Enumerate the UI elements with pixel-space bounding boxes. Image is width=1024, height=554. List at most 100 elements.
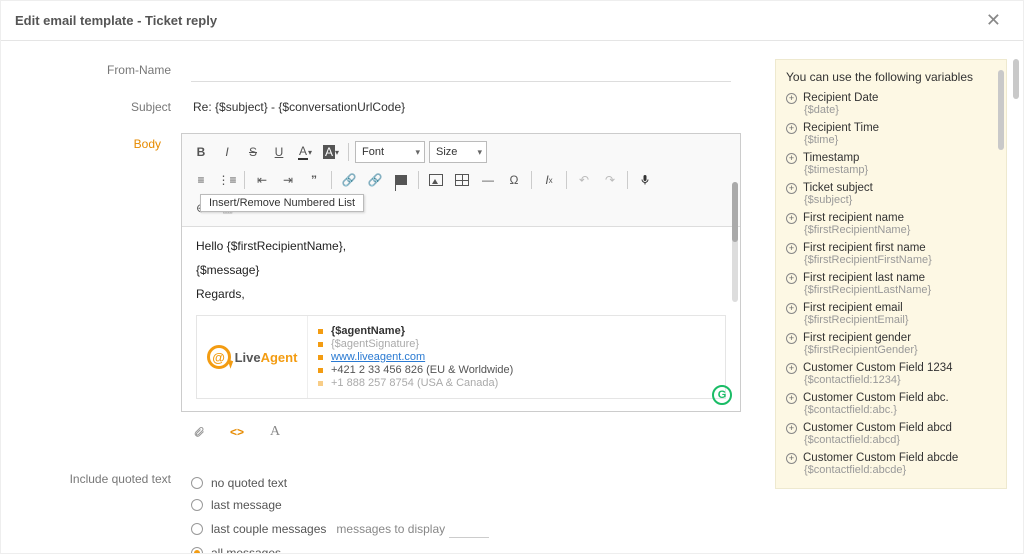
image-icon bbox=[429, 174, 443, 186]
variable-label: Customer Custom Field abcd bbox=[803, 422, 952, 434]
radio-no-quoted[interactable] bbox=[191, 477, 203, 489]
sig-phone: +421 2 33 456 826 (EU & Worldwide) bbox=[331, 364, 513, 376]
undo-button[interactable]: ↶ bbox=[572, 169, 596, 191]
variable-label: Timestamp bbox=[803, 152, 859, 164]
include-quoted-label: Include quoted text bbox=[1, 468, 191, 553]
variable-label: Recipient Date bbox=[803, 92, 878, 104]
variable-item[interactable]: +First recipient email{$firstRecipientEm… bbox=[786, 302, 996, 326]
variable-item[interactable]: +Recipient Date{$date} bbox=[786, 92, 996, 116]
variable-item[interactable]: + Customer Custom Field abcde{$contactfie… bbox=[786, 452, 996, 476]
messages-count-input[interactable] bbox=[449, 520, 489, 538]
variables-title: You can use the following variables bbox=[786, 70, 996, 84]
plus-icon: + bbox=[786, 393, 797, 404]
image-button[interactable] bbox=[424, 169, 448, 191]
close-icon[interactable]: ✕ bbox=[978, 6, 1009, 35]
plus-icon: + bbox=[786, 213, 797, 224]
variable-token: {$contactfield:1234} bbox=[804, 374, 996, 386]
font-select[interactable]: Font bbox=[355, 141, 425, 163]
subject-input[interactable]: Re: {$subject} - {$conversationUrlCode} bbox=[191, 96, 731, 119]
hr-button[interactable]: ― bbox=[476, 169, 500, 191]
table-icon bbox=[455, 174, 469, 186]
sig-url[interactable]: www.liveagent.com bbox=[331, 351, 425, 363]
variable-item[interactable]: +Customer Custom Field abc.{$contactfiel… bbox=[786, 392, 996, 416]
variable-item[interactable]: + Ticket subject{$subject} bbox=[786, 182, 996, 206]
editor-scrollbar-thumb[interactable] bbox=[732, 182, 738, 242]
variable-token: {$time} bbox=[804, 134, 996, 146]
rich-text-editor: B I S U A▾ A▾ Font Size ≡ bbox=[181, 133, 741, 412]
table-button[interactable] bbox=[450, 169, 474, 191]
outdent-button[interactable]: ⇤ bbox=[250, 169, 274, 191]
plus-icon: + bbox=[786, 423, 797, 434]
editor-toolbar: B I S U A▾ A▾ Font Size ≡ bbox=[182, 134, 740, 227]
anchor-button[interactable] bbox=[389, 169, 413, 191]
editor-textarea[interactable]: Hello {$firstRecipientName}, {$message} … bbox=[182, 227, 740, 411]
html-source-button[interactable]: <> bbox=[227, 422, 247, 442]
variable-token: {$contactfield:abcd} bbox=[804, 434, 996, 446]
indent-button[interactable]: ⇥ bbox=[276, 169, 300, 191]
bullet-list-button[interactable]: ⋮≡ bbox=[215, 169, 239, 191]
body-line: Hello {$firstRecipientName}, bbox=[196, 239, 726, 253]
variable-item[interactable]: +Customer Custom Field 1234{$contactfiel… bbox=[786, 362, 996, 386]
redo-button[interactable]: ↷ bbox=[598, 169, 622, 191]
italic-button[interactable]: I bbox=[215, 141, 239, 163]
mic-button[interactable] bbox=[633, 169, 657, 191]
variable-label: Customer Custom Field abcde bbox=[803, 452, 958, 464]
unlink-button[interactable]: 🔗 bbox=[363, 169, 387, 191]
body-line: Regards, bbox=[196, 287, 726, 301]
variable-token: {$subject} bbox=[804, 194, 996, 206]
link-button[interactable]: 🔗 bbox=[337, 169, 361, 191]
plus-icon: + bbox=[786, 243, 797, 254]
variable-item[interactable]: +First recipient first name{$firstRecipi… bbox=[786, 242, 996, 266]
variable-item[interactable]: + Recipient Time{$time} bbox=[786, 122, 996, 146]
bold-button[interactable]: B bbox=[189, 141, 213, 163]
variable-item[interactable]: +Timestamp{$timestamp} bbox=[786, 152, 996, 176]
size-select[interactable]: Size bbox=[429, 141, 487, 163]
messages-to-display-label: messages to display bbox=[336, 522, 445, 536]
special-char-button[interactable]: Ω bbox=[502, 169, 526, 191]
bg-color-button[interactable]: A▾ bbox=[319, 141, 343, 163]
variable-label: First recipient gender bbox=[803, 332, 911, 344]
vars-scrollbar-thumb[interactable] bbox=[998, 70, 1004, 150]
radio-label: no quoted text bbox=[211, 476, 287, 490]
body-label: Body bbox=[1, 133, 181, 442]
variable-label: First recipient first name bbox=[803, 242, 926, 254]
variable-token: {$timestamp} bbox=[804, 164, 996, 176]
radio-last-couple[interactable] bbox=[191, 523, 203, 535]
strike-button[interactable]: S bbox=[241, 141, 265, 163]
text-color-button[interactable]: A▾ bbox=[293, 141, 317, 163]
underline-button[interactable]: U bbox=[267, 141, 291, 163]
variable-token: {$firstRecipientGender} bbox=[804, 344, 996, 356]
remove-format-button[interactable]: Ix bbox=[537, 169, 561, 191]
plus-icon: + bbox=[786, 333, 797, 344]
from-name-input[interactable] bbox=[191, 59, 731, 82]
flag-icon bbox=[395, 175, 407, 185]
page-scrollbar-thumb[interactable] bbox=[1013, 59, 1019, 99]
text-format-button[interactable]: A bbox=[265, 422, 285, 442]
variable-label: Customer Custom Field 1234 bbox=[803, 362, 953, 374]
variable-item[interactable]: + First recipient gender{$firstRecipientG… bbox=[786, 332, 996, 356]
toolbar-tooltip: Insert/Remove Numbered List bbox=[200, 194, 364, 212]
subject-label: Subject bbox=[1, 96, 191, 119]
plus-icon: + bbox=[786, 183, 797, 194]
variable-item[interactable]: +First recipient name{$firstRecipientNam… bbox=[786, 212, 996, 236]
body-line: {$message} bbox=[196, 263, 726, 277]
radio-last-message[interactable] bbox=[191, 499, 203, 511]
radio-all-messages[interactable] bbox=[191, 547, 203, 553]
radio-label: last couple messages bbox=[211, 522, 326, 536]
plus-icon: + bbox=[786, 123, 797, 134]
sig-agent-name: {$agentName} bbox=[331, 325, 405, 337]
plus-icon: + bbox=[786, 453, 797, 464]
attachment-button[interactable] bbox=[189, 422, 209, 442]
blockquote-button[interactable]: ” bbox=[302, 169, 326, 191]
variable-token: {$contactfield:abcde} bbox=[804, 464, 996, 476]
dialog-title: Edit email template - Ticket reply bbox=[15, 13, 217, 28]
variable-token: {$firstRecipientName} bbox=[804, 224, 996, 236]
variable-token: {$date} bbox=[804, 104, 996, 116]
variable-label: First recipient last name bbox=[803, 272, 925, 284]
variable-item[interactable]: +First recipient last name{$firstRecipie… bbox=[786, 272, 996, 296]
numbered-list-button[interactable]: ≡ bbox=[189, 169, 213, 191]
variable-item[interactable]: + Customer Custom Field abcd{$contactfiel… bbox=[786, 422, 996, 446]
variable-label: Ticket subject bbox=[803, 182, 873, 194]
variable-label: Recipient Time bbox=[803, 122, 879, 134]
grammarly-icon[interactable]: G bbox=[712, 385, 732, 405]
